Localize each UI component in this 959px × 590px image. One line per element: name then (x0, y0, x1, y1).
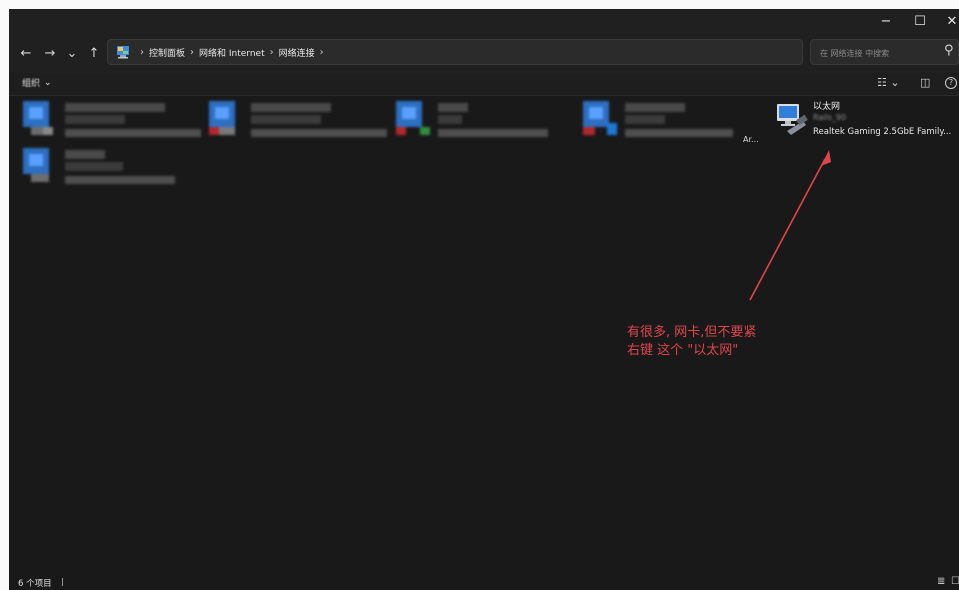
organize-menu[interactable]: 组织 ⌄ (22, 76, 52, 90)
annotation-arrow (749, 150, 831, 301)
breadcrumb: › 控制面板 › 网络和 Internet › 网络连接 › (135, 40, 329, 64)
search-box[interactable]: ⚲ (810, 39, 959, 65)
minimize-button[interactable]: − (869, 11, 903, 31)
close-button[interactable]: ✕ (935, 11, 959, 31)
view-options-icon[interactable]: ☷ ⌄ (877, 76, 900, 89)
details-view-icon[interactable]: ≣ (937, 576, 945, 587)
breadcrumb-network-internet[interactable]: 网络和 Internet (199, 46, 265, 59)
recent-locations-icon[interactable]: ⌄ (63, 44, 81, 62)
details-pane-icon[interactable]: ◫ (920, 76, 930, 89)
breadcrumb-chevron-icon[interactable]: › (190, 47, 194, 58)
breadcrumb-control-panel[interactable]: 控制面板 (149, 46, 185, 59)
connections-list: Ar... 以太网 Rails_90 Realtek Gaming 2.5GbE… (9, 96, 959, 576)
breadcrumb-network-connections[interactable]: 网络连接 (279, 46, 315, 59)
search-icon[interactable]: ⚲ (944, 43, 954, 58)
annotation-text: 有很多, 网卡,但不要紧 右键 这个 "以太网" (627, 325, 757, 358)
forward-arrow-icon[interactable]: → (41, 44, 59, 62)
address-bar[interactable]: › 控制面板 › 网络和 Internet › 网络连接 › ⌄ ↻ (107, 39, 891, 65)
control-panel-icon (117, 46, 129, 59)
address-row: ← → ⌄ ↑ › 控制面板 › 网络和 Internet › 网络连接 › ⌄ (9, 33, 959, 73)
chevron-down-icon: ⌄ (44, 77, 52, 88)
item-count: 6 个项目 (18, 579, 52, 589)
up-arrow-icon[interactable]: ↑ (85, 44, 103, 62)
status-bar: 6 个项目 | ≣ ☐ (9, 576, 959, 590)
breadcrumb-chevron-icon[interactable]: › (270, 47, 274, 58)
breadcrumb-chevron-icon[interactable]: › (320, 47, 324, 58)
command-bar: 组织 ⌄ ☷ ⌄ ◫ ? (9, 73, 959, 96)
title-bar: − ☐ ✕ (9, 9, 959, 33)
tiles-view-icon[interactable]: ☐ (951, 576, 959, 587)
organize-label: 组织 (22, 79, 41, 89)
explorer-window: − ☐ ✕ ← → ⌄ ↑ › 控制面板 › 网络和 Internet › 网络… (9, 9, 959, 590)
breadcrumb-chevron-icon[interactable]: › (140, 47, 144, 58)
maximize-button[interactable]: ☐ (903, 11, 937, 31)
search-input[interactable] (818, 44, 932, 62)
help-icon[interactable]: ? (945, 77, 957, 89)
status-divider: | (61, 577, 64, 586)
back-arrow-icon[interactable]: ← (17, 44, 35, 62)
